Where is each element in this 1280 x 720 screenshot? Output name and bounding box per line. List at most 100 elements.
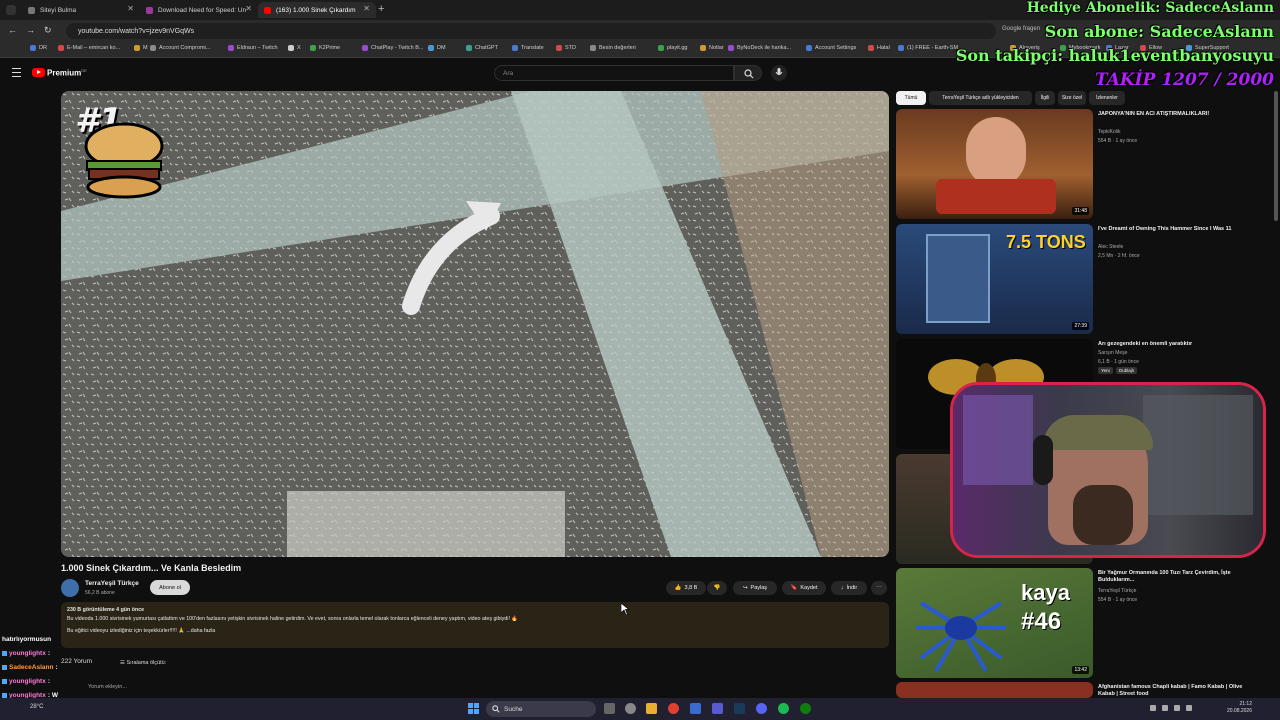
weather-widget[interactable]: 28°C bbox=[30, 704, 43, 710]
tab-youtube-video[interactable]: (163) 1.000 Sinek Çıkardım ✕ bbox=[258, 2, 376, 18]
youtube-brand[interactable]: PremiumDE bbox=[47, 68, 87, 78]
new-badge: Yeni bbox=[1098, 367, 1113, 374]
app-icon[interactable] bbox=[690, 703, 701, 714]
search-input[interactable]: Ara bbox=[494, 65, 734, 81]
page-scrollbar[interactable] bbox=[1274, 91, 1278, 221]
app-icon[interactable] bbox=[712, 703, 723, 714]
download-button[interactable]: ↓ İndir bbox=[831, 581, 867, 595]
tab-menu-icon[interactable] bbox=[6, 5, 16, 15]
settings-icon[interactable] bbox=[625, 703, 636, 714]
bookmark-item[interactable]: Account Compromi... bbox=[150, 45, 210, 51]
url-text: youtube.com/watch?v=jzev9nVGqWs bbox=[78, 27, 195, 35]
bookmark-item[interactable]: DR bbox=[30, 45, 47, 51]
tab-favicon-icon bbox=[28, 7, 35, 14]
steam-icon[interactable] bbox=[734, 703, 745, 714]
close-icon[interactable]: ✕ bbox=[363, 4, 370, 13]
voice-search-button[interactable] bbox=[771, 65, 787, 81]
bookmark-item[interactable]: (1) FREE - Earth-SM... bbox=[898, 45, 963, 51]
bookmark-label: K2Prime bbox=[319, 45, 341, 51]
chip-for-you[interactable]: Size özel bbox=[1058, 91, 1086, 105]
bookmark-item[interactable]: E-Mail – emircan ko... bbox=[58, 45, 120, 51]
recommended-video[interactable]: Afghanistan famous Chapli kabab | Famo K… bbox=[896, 682, 1274, 698]
chip-watched[interactable]: İzlenenler bbox=[1089, 91, 1125, 105]
reload-icon[interactable]: ↻ bbox=[44, 25, 52, 36]
close-icon[interactable]: ✕ bbox=[245, 4, 252, 13]
bookmark-favicon-icon bbox=[58, 45, 64, 51]
share-label: Paylaş bbox=[750, 585, 768, 591]
dislike-button[interactable]: 👎 bbox=[707, 581, 727, 595]
bookmark-item[interactable]: ChatGPT bbox=[466, 45, 498, 51]
tab-siteyi-bulma[interactable]: Siteyi Bulma ✕ bbox=[22, 2, 140, 18]
person-face bbox=[966, 117, 1026, 187]
add-comment-input[interactable]: Yorum ekleyin... bbox=[88, 684, 127, 690]
taskbar-search[interactable]: Suche bbox=[486, 701, 596, 717]
google-fragen-button[interactable]: Google fragen bbox=[1002, 26, 1040, 32]
chip-all[interactable]: Tümü bbox=[896, 91, 926, 105]
chrome-icon[interactable] bbox=[668, 703, 679, 714]
xbox-icon[interactable] bbox=[800, 703, 811, 714]
sort-comments-button[interactable]: ☰ Sıralama ölçütü: bbox=[120, 660, 166, 666]
recommended-video[interactable]: 31:48 JAPONYA'NIN EN ACI ATIŞTIRMALIKLAR… bbox=[896, 109, 1274, 219]
bookmark-favicon-icon bbox=[310, 45, 316, 51]
task-view-icon[interactable] bbox=[604, 703, 615, 714]
share-button[interactable]: ↪ Paylaş bbox=[733, 581, 777, 595]
recommended-title: I've Dreamt of Owning This Hammer Since … bbox=[1098, 226, 1232, 232]
chat-username: younglightx bbox=[9, 650, 46, 657]
subscribe-button[interactable]: Abone ol bbox=[150, 580, 190, 595]
bookmark-item[interactable]: DM bbox=[428, 45, 446, 51]
save-button[interactable]: 🔖 Kaydet bbox=[782, 581, 826, 595]
more-actions-button[interactable]: ⋯ bbox=[871, 581, 887, 595]
file-explorer-icon[interactable] bbox=[646, 703, 657, 714]
bookmark-item[interactable]: Besin değerleri bbox=[590, 45, 636, 51]
bookmark-item[interactable]: Translate bbox=[512, 45, 544, 51]
clock[interactable]: 21:12 20.08.2026 bbox=[1227, 701, 1252, 715]
video-description[interactable]: 230 B görüntüleme 4 gün önce Bu videoda … bbox=[61, 602, 889, 648]
bookmark-item[interactable]: Notlar bbox=[700, 45, 724, 51]
bookmark-item[interactable]: M bbox=[134, 45, 148, 51]
search-placeholder: Ara bbox=[503, 69, 514, 77]
bookmark-item[interactable]: K2Prime bbox=[310, 45, 340, 51]
bookmark-item[interactable]: Eldraun – Twitch bbox=[228, 45, 278, 51]
chat-badge-icon bbox=[2, 651, 7, 656]
bookmark-favicon-icon bbox=[556, 45, 562, 51]
menu-icon[interactable] bbox=[12, 68, 21, 77]
chat-text: hatırlıyormusun bbox=[2, 636, 52, 643]
comment-count: 222 Yorum bbox=[61, 658, 93, 665]
address-bar[interactable]: youtube.com/watch?v=jzev9nVGqWs bbox=[66, 23, 996, 39]
system-tray[interactable] bbox=[1150, 705, 1220, 713]
bookmark-favicon-icon bbox=[466, 45, 472, 51]
recommended-video[interactable]: 7.5 TONS 27:39 I've Dreamt of Owning Thi… bbox=[896, 224, 1274, 334]
start-icon[interactable] bbox=[468, 703, 479, 714]
chip-related[interactable]: İlgili bbox=[1035, 91, 1055, 105]
video-player[interactable]: #1 bbox=[61, 91, 889, 557]
spotify-icon[interactable] bbox=[778, 703, 789, 714]
bookmark-item[interactable]: Account Settings bbox=[806, 45, 856, 51]
forward-icon[interactable]: → bbox=[26, 25, 35, 35]
close-icon[interactable]: ✕ bbox=[127, 4, 134, 13]
channel-name[interactable]: TerraYeşil Türkçe bbox=[85, 580, 139, 587]
bookmark-favicon-icon bbox=[658, 45, 664, 51]
bookmark-label: ChatPlay - Twitch B... bbox=[371, 45, 424, 51]
bookmark-item[interactable]: X bbox=[288, 45, 301, 51]
like-button[interactable]: 👍 3,8 B bbox=[666, 581, 706, 595]
bookmark-item[interactable]: ByNoDeck ile harika... bbox=[728, 45, 791, 51]
bookmark-item[interactable]: playit.gg bbox=[658, 45, 688, 51]
recommended-video[interactable]: kaya #46 13:42 Bir Yağmur Ormanında 100 … bbox=[896, 568, 1274, 678]
bookmark-label: Hatal bbox=[877, 45, 890, 51]
bookmark-item[interactable]: ChatPlay - Twitch B... bbox=[362, 45, 423, 51]
youtube-logo-icon[interactable] bbox=[32, 68, 45, 77]
video-thumbnail: 31:48 bbox=[896, 109, 1093, 219]
new-tab-icon[interactable]: + bbox=[378, 3, 384, 15]
chip-uploader[interactable]: TerraYeşil Türkçe adlı yükleyiciden bbox=[929, 91, 1032, 105]
overlay-last-sub: Son abone: SadeceAslann bbox=[1044, 22, 1274, 41]
video-thumbnail bbox=[896, 682, 1093, 698]
bookmark-label: Notlar bbox=[709, 45, 724, 51]
bookmark-label: Account Compromi... bbox=[159, 45, 211, 51]
bookmark-item[interactable]: Hatal bbox=[868, 45, 890, 51]
search-button[interactable] bbox=[734, 65, 762, 81]
tab-download-nfs[interactable]: Download Need for Speed: Un ✕ bbox=[140, 2, 258, 18]
back-icon[interactable]: ← bbox=[8, 25, 17, 35]
channel-avatar[interactable] bbox=[61, 579, 79, 597]
discord-icon[interactable] bbox=[756, 703, 767, 714]
bookmark-item[interactable]: STD bbox=[556, 45, 576, 51]
